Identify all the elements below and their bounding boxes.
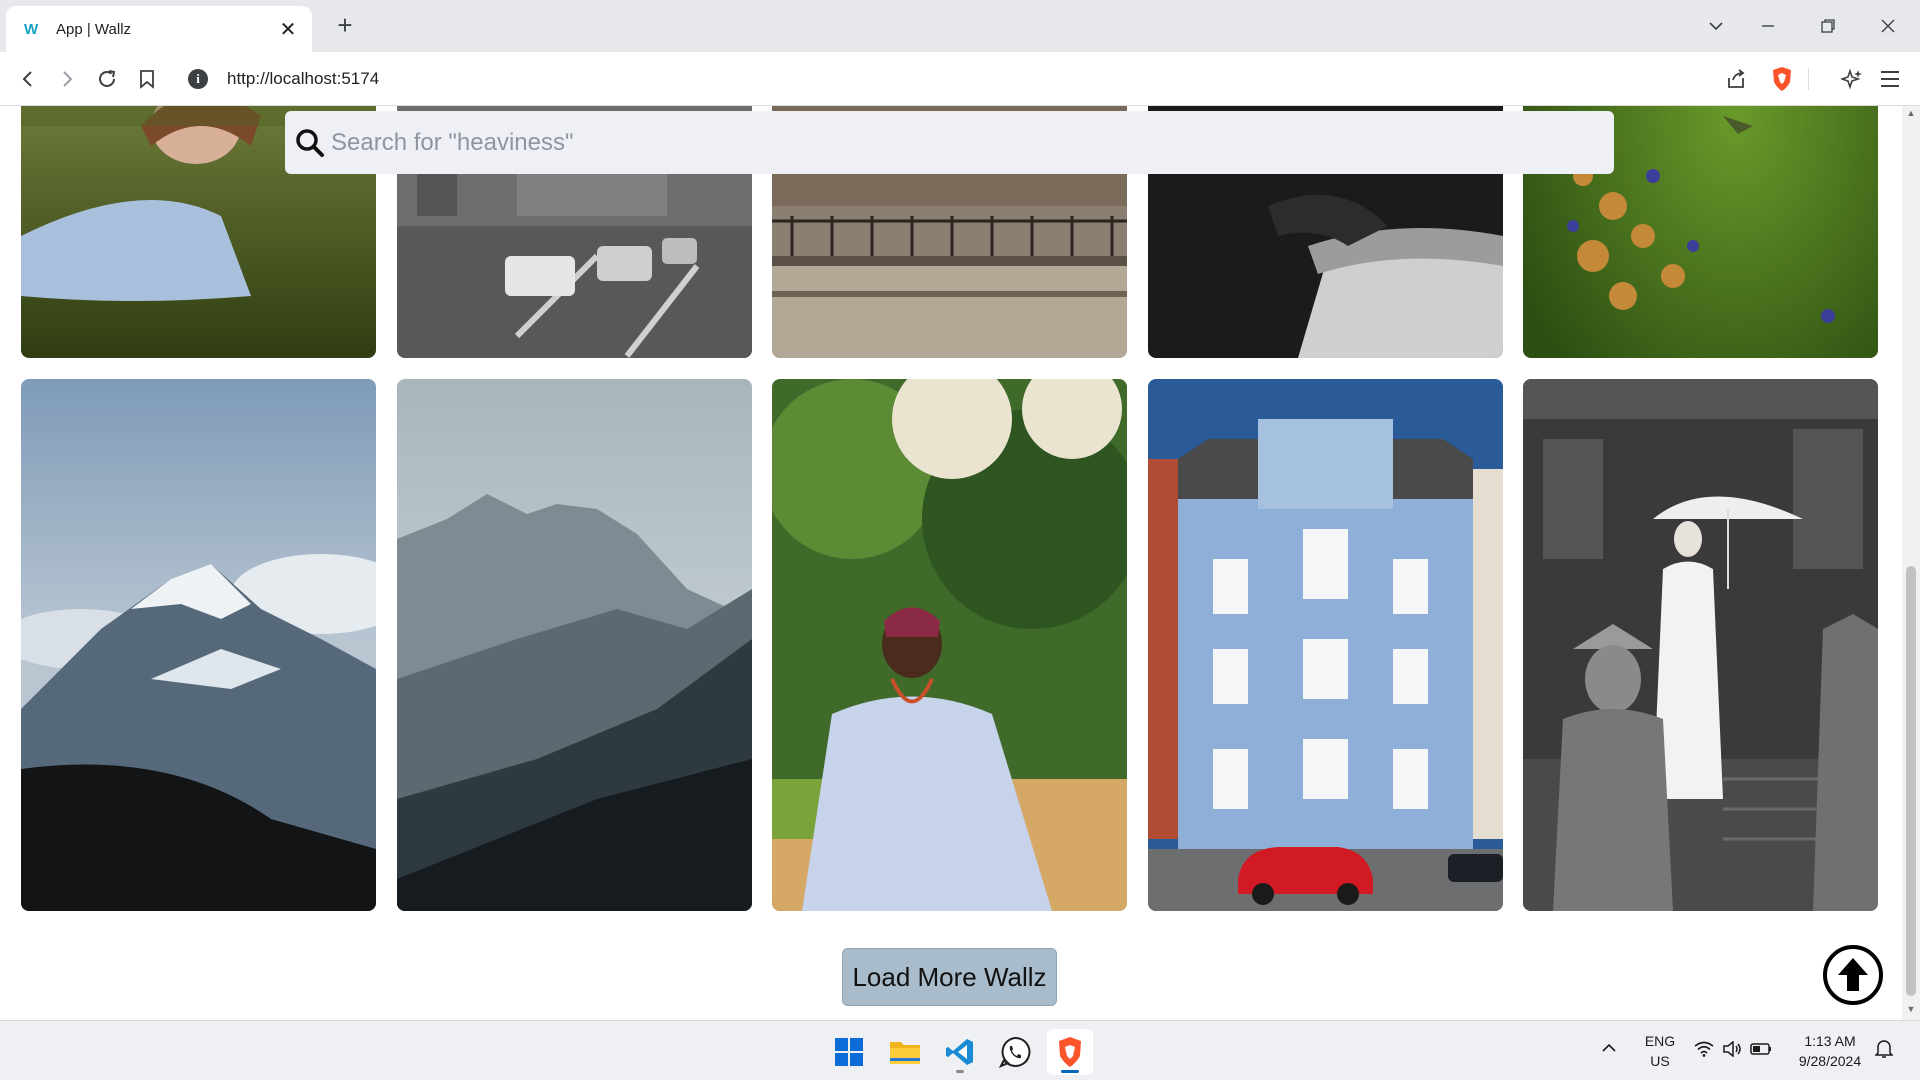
scrollbar-thumb[interactable] <box>1906 566 1916 996</box>
menu-icon[interactable] <box>1876 65 1904 93</box>
language-code: ENG <box>1644 1033 1676 1049</box>
misty-mountain-ridge-image <box>397 379 752 911</box>
wallpaper-card[interactable] <box>397 379 752 911</box>
leo-ai-icon[interactable] <box>1838 65 1866 93</box>
url-text[interactable]: http://localhost:5174 <box>227 69 379 89</box>
close-window-icon[interactable] <box>1868 10 1908 42</box>
whatsapp-icon <box>999 1036 1031 1068</box>
battery-icon <box>1750 1043 1771 1055</box>
tab-app-wallz[interactable]: W App | Wallz ✕ <box>6 6 312 52</box>
whatsapp-button[interactable] <box>992 1029 1038 1075</box>
tab-title: App | Wallz <box>56 20 132 38</box>
bookmark-icon[interactable] <box>133 65 161 93</box>
snowy-mountain-clouds-image <box>21 379 376 911</box>
system-tray-icons[interactable] <box>1694 1041 1772 1057</box>
scroll-to-top-icon[interactable] <box>1822 944 1884 1006</box>
file-explorer-button[interactable] <box>882 1029 928 1075</box>
language-indicator[interactable]: ENG US <box>1640 1033 1680 1069</box>
scroll-down-arrow-icon[interactable]: ▼ <box>1906 1004 1916 1014</box>
search-bar[interactable] <box>285 111 1614 174</box>
clock[interactable]: 1:13 AM 9/28/2024 <box>1790 1033 1870 1069</box>
wallpaper-card[interactable] <box>21 379 376 911</box>
windows-logo-icon <box>835 1038 863 1066</box>
tab-close-icon[interactable]: ✕ <box>276 17 300 42</box>
wallpaper-card[interactable] <box>1523 379 1878 911</box>
site-info-icon[interactable]: i <box>188 69 208 89</box>
tab-search-chevron-icon[interactable] <box>1696 10 1736 42</box>
brave-shields-icon[interactable] <box>1768 65 1796 93</box>
show-hidden-icons-chevron-icon[interactable] <box>1600 1039 1618 1062</box>
restore-icon[interactable] <box>1808 10 1848 42</box>
vs-code-icon <box>946 1039 973 1065</box>
toolbar-divider <box>1808 68 1809 90</box>
windows-taskbar: ENG US 1:13 AM 9/28/2024 <box>0 1020 1920 1080</box>
wallz-favicon-icon: W <box>24 20 38 38</box>
search-input[interactable] <box>331 128 1531 157</box>
start-button[interactable] <box>826 1029 872 1075</box>
woman-with-umbrella-statues-image <box>1523 379 1878 911</box>
blue-building-red-car-image <box>1148 379 1503 911</box>
forward-icon[interactable] <box>53 65 81 93</box>
wallz-page: Load More Wallz <box>0 106 1902 1020</box>
browser-tab-bar: W App | Wallz ✕ + <box>0 0 1920 52</box>
notification-bell-icon[interactable] <box>1874 1039 1894 1064</box>
wifi-icon <box>1694 1041 1714 1057</box>
scroll-up-arrow-icon[interactable]: ▲ <box>1906 108 1916 118</box>
running-indicator <box>956 1070 964 1073</box>
minimize-icon[interactable] <box>1748 10 1788 42</box>
wallpaper-card[interactable] <box>1148 379 1503 911</box>
region-code: US <box>1650 1053 1670 1069</box>
clock-time: 1:13 AM <box>1804 1033 1856 1049</box>
page-scrollbar[interactable]: ▲ ▼ <box>1902 106 1920 1020</box>
share-icon[interactable] <box>1722 65 1750 93</box>
reload-icon[interactable] <box>93 65 121 93</box>
brave-lion-icon <box>1059 1037 1081 1067</box>
brave-browser-button[interactable] <box>1047 1029 1093 1075</box>
browser-nav-bar: i http://localhost:5174 <box>0 52 1920 106</box>
volume-icon <box>1723 1041 1741 1057</box>
folder-icon <box>890 1042 920 1064</box>
active-indicator <box>1061 1070 1079 1073</box>
clock-date: 9/28/2024 <box>1798 1053 1862 1069</box>
address-bar[interactable]: i http://localhost:5174 <box>176 59 1716 99</box>
vs-code-button[interactable] <box>937 1029 983 1075</box>
load-more-button[interactable]: Load More Wallz <box>842 948 1057 1006</box>
search-icon[interactable] <box>293 126 327 160</box>
wallpaper-card[interactable] <box>772 379 1127 911</box>
man-in-traditional-attire-image <box>772 379 1127 911</box>
new-tab-button[interactable]: + <box>330 10 360 40</box>
back-icon[interactable] <box>14 65 42 93</box>
